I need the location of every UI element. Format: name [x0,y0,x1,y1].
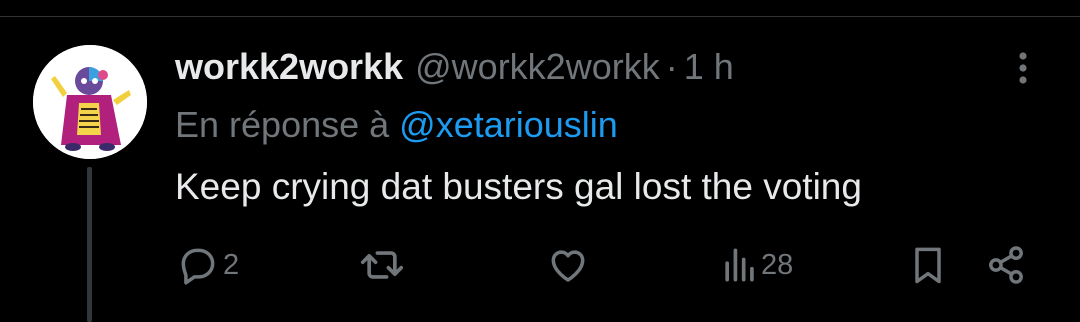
more-options-button[interactable] [1008,48,1038,88]
share-icon [989,246,1023,284]
reply-count: 2 [223,248,240,281]
like-button[interactable] [546,240,590,290]
display-name[interactable]: workk2workk [175,46,403,88]
avatar-illustration [33,45,147,159]
tweet-header: workk2workk @workk2workk · 1 h [175,45,734,89]
top-divider [0,16,1080,17]
reply-mention-link[interactable]: @xetariouslin [399,104,618,145]
timestamp[interactable]: 1 h [684,46,734,88]
separator-dot: · [665,46,678,87]
reply-prefix: En réponse à [175,104,390,145]
retweet-button[interactable] [358,240,406,290]
views-count: 28 [761,248,794,281]
views-button[interactable]: 28 [722,240,793,290]
avatar[interactable] [33,45,147,159]
reply-button[interactable]: 2 [176,240,239,290]
views-icon [725,248,754,282]
more-vertical-icon [1019,52,1027,84]
heart-icon [551,250,585,282]
bookmark-icon [915,247,941,284]
action-bar: 2 28 [0,240,1080,290]
reply-context: En réponse à @xetariouslin [175,104,618,146]
tweet-text: Keep crying dat busters gal lost the vot… [175,166,862,207]
bookmark-button[interactable] [906,240,950,290]
reply-icon [181,248,215,285]
retweet-icon [360,251,404,279]
user-handle[interactable]: @workk2workk [415,46,660,88]
share-button[interactable] [984,240,1028,290]
